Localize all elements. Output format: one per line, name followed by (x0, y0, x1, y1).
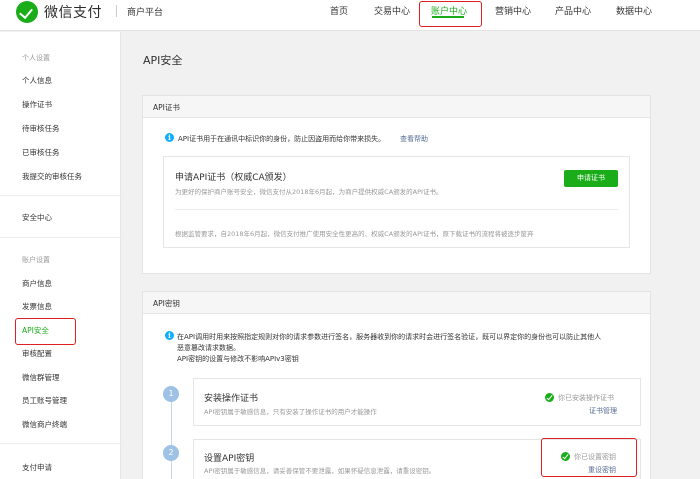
divider (116, 5, 117, 17)
info-icon: i (165, 331, 174, 340)
sidebar-divider (0, 195, 121, 196)
sidebar-item-merchant-info[interactable]: 商户信息 (22, 278, 52, 289)
step-connector (171, 402, 172, 479)
sidebar-group-account: 账户设置 (22, 256, 50, 264)
step-1-title: 安装操作证书 (204, 394, 259, 404)
nav-data[interactable]: 数据中心 (616, 4, 652, 17)
api-cert-card-title: 申请API证书（权威CA颁发） (175, 173, 292, 183)
sidebar-divider (0, 443, 121, 444)
check-icon (545, 393, 554, 402)
step-2-title: 设置API密钥 (204, 454, 255, 464)
sidebar-item-review-config[interactable]: 审核配置 (22, 348, 52, 359)
api-cert-panel-header: API证书 (143, 96, 650, 118)
step-2-badge: 2 (163, 445, 179, 461)
step-2-desc: API密钥属于敏感信息，请妥善保管不要泄露，如果怀疑信息泄露，请重设密钥。 (204, 467, 436, 475)
card-divider (175, 209, 618, 210)
sidebar-item-wechat-group[interactable]: 微信群管理 (22, 372, 60, 383)
nav-transactions[interactable]: 交易中心 (374, 4, 410, 17)
sidebar-item-operation-cert[interactable]: 操作证书 (22, 99, 52, 110)
nav-home[interactable]: 首页 (330, 4, 348, 17)
api-cert-card-desc: 为更好的保护商户账号安全，微信支付从2018年6月起，为商户提供权威CA颁发的A… (175, 188, 443, 196)
cert-management-link[interactable]: 证书管理 (589, 406, 617, 416)
sidebar-item-reviewed-tasks[interactable]: 已审核任务 (22, 147, 60, 158)
step-1-badge: 1 (163, 386, 179, 402)
api-key-info-line3: API密钥的设置与修改不影响APIv3密钥 (177, 355, 299, 363)
brand-name: 微信支付 (44, 5, 102, 21)
sidebar-item-pending-tasks[interactable]: 待审核任务 (22, 123, 60, 134)
api-cert-info: API证书用于在通讯中标识你的身份，防止因盗用而给你带来损失。 (178, 135, 386, 143)
api-key-panel-title: API密钥 (153, 299, 180, 308)
api-key-info-line1: 在API调用时用来按照指定规则对你的请求参数进行签名，服务器收到你的请求时会进行… (177, 333, 602, 341)
sidebar-item-submitted-tasks[interactable]: 我提交的审核任务 (22, 171, 82, 182)
sidebar-item-payment-apply[interactable]: 支付申请 (22, 462, 52, 473)
sidebar-item-staff-accounts[interactable]: 员工账号管理 (22, 395, 67, 406)
help-link[interactable]: 查看帮助 (400, 134, 428, 144)
sidebar-item-merchant-terminal[interactable]: 微信商户终端 (22, 419, 67, 430)
highlight-box-account-center (419, 1, 482, 27)
sidebar-item-security-center[interactable]: 安全中心 (22, 212, 52, 223)
step-1-status: 你已安装操作证书 (558, 394, 614, 402)
info-icon: i (165, 133, 174, 142)
sidebar-item-personal-info[interactable]: 个人信息 (22, 75, 52, 86)
step-1-desc: API密钥属于敏感信息，只有安装了操作证书的用户才能操作 (204, 408, 377, 416)
platform-name: 商户平台 (127, 8, 164, 18)
page-title: API安全 (143, 54, 183, 67)
sidebar-item-invoice-info[interactable]: 发票信息 (22, 301, 52, 312)
wechat-pay-logo-icon (16, 1, 38, 23)
nav-marketing[interactable]: 营销中心 (495, 4, 531, 17)
highlight-box-reset-key (541, 438, 637, 477)
api-key-panel-header: API密钥 (143, 292, 650, 314)
wechat-pay-logo[interactable]: 微信支付 (16, 1, 102, 23)
sidebar-divider (0, 237, 121, 238)
api-cert-panel-title: API证书 (153, 103, 180, 112)
sidebar (0, 32, 121, 479)
api-key-info-line2: 恶意篡改请求数据。 (177, 344, 240, 352)
nav-products[interactable]: 产品中心 (555, 4, 591, 17)
apply-cert-button[interactable]: 申请证书 (564, 170, 618, 187)
top-bar: 微信支付 商户平台 首页 交易中心 账户中心 营销中心 产品中心 数据中心 (0, 0, 700, 31)
api-cert-note: 根据监管要求，自2018年6月起，微信支付推广使用安全性更高的、权威CA颁发的A… (175, 230, 534, 238)
sidebar-group-personal: 个人设置 (22, 54, 50, 62)
highlight-box-api-security (15, 318, 76, 345)
